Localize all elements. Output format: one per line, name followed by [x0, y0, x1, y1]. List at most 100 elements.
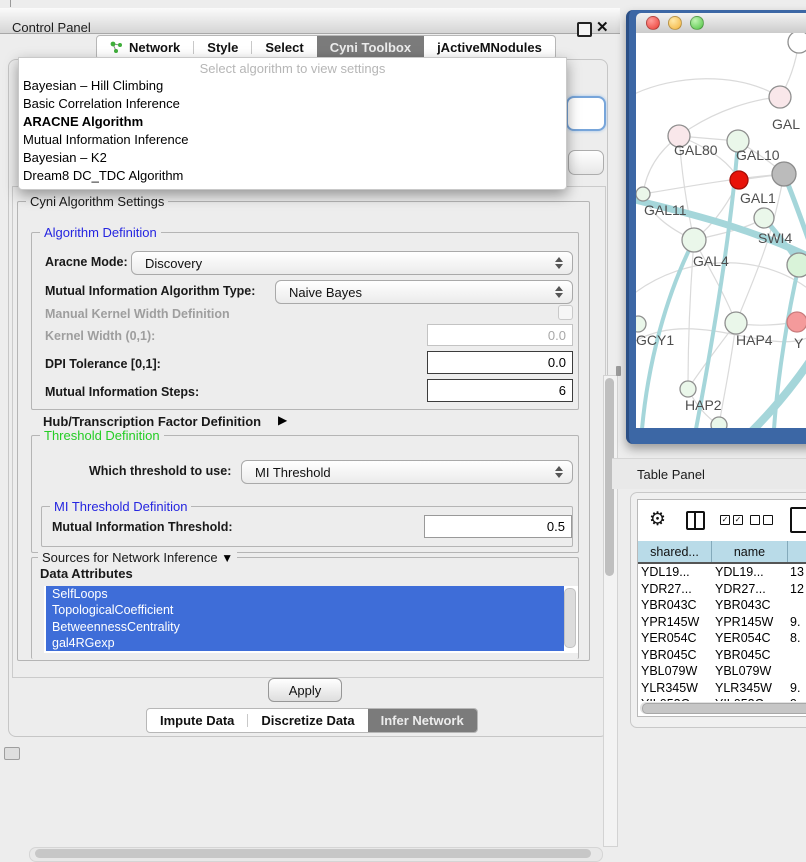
tab-network[interactable]: Network	[97, 36, 193, 59]
mi-threshold-input[interactable]: 0.5	[424, 515, 572, 538]
cell: YIL052C	[638, 697, 712, 701]
list-item-betweennesscentrality[interactable]: BetweennessCentrality	[46, 619, 564, 635]
network-node[interactable]	[636, 316, 646, 332]
node-label: GAL1	[740, 190, 776, 206]
minimized-panel-icon[interactable]	[4, 747, 20, 760]
scrollbar-thumb[interactable]	[642, 703, 806, 714]
network-node[interactable]	[769, 86, 791, 108]
gear-icon[interactable]: ⚙	[649, 508, 666, 531]
algorithm-select-fragment[interactable]	[566, 96, 606, 131]
tab-cyni-toolbox[interactable]: Cyni Toolbox	[317, 36, 424, 59]
network-node[interactable]	[754, 208, 774, 228]
mi-steps-input[interactable]: 6	[427, 379, 573, 402]
network-node-salmon[interactable]	[787, 312, 806, 332]
new-column-icon[interactable]	[790, 507, 806, 533]
list-item-gal4rgexp[interactable]: gal4RGexp	[46, 635, 564, 651]
list-item-topologicalcoefficient[interactable]: TopologicalCoefficient	[46, 602, 564, 618]
network-select-fragment[interactable]	[568, 150, 604, 175]
which-threshold-value: MI Threshold	[242, 465, 550, 480]
close-traffic-light-icon[interactable]	[646, 16, 660, 30]
hub-section-label[interactable]: Hub/Transcription Factor Definition	[43, 414, 261, 429]
list-item-selfloops[interactable]: SelfLoops	[46, 586, 564, 602]
column-header-shared[interactable]: shared...	[638, 541, 712, 562]
cell: 9.	[787, 615, 800, 629]
network-node-gray[interactable]	[772, 162, 796, 186]
menu-item-basic-correlation[interactable]: Basic Correlation Inference	[23, 96, 180, 111]
cell: YER054C	[638, 631, 712, 645]
sources-title[interactable]: Sources for Network Inference ▼	[38, 550, 237, 565]
mi-steps-label: Mutual Information Steps:	[45, 385, 199, 399]
network-node[interactable]	[636, 187, 650, 201]
table-row[interactable]: YLR345WYLR345W9.	[638, 680, 806, 697]
network-node-red[interactable]	[730, 171, 748, 189]
column-header-extra[interactable]	[788, 541, 806, 562]
network-node[interactable]	[680, 381, 696, 397]
select-all-icon[interactable]: ✓✓	[720, 515, 743, 525]
table-row[interactable]: YPR145WYPR145W9.	[638, 614, 806, 631]
table-row[interactable]: YER054CYER054C8.	[638, 630, 806, 647]
cell: YPR145W	[712, 615, 787, 629]
deselect-all-icon[interactable]	[750, 515, 773, 525]
table-panel-content: ⚙ ✓✓ shared... name YDL19...YDL19...13 Y…	[637, 499, 806, 717]
tab-infer-network[interactable]: Infer Network	[368, 709, 477, 732]
node-label: SWI4	[758, 230, 792, 246]
which-threshold-label: Which threshold to use:	[89, 464, 231, 478]
network-edge	[636, 79, 780, 97]
network-icon	[110, 41, 123, 54]
menu-item-mutual-information[interactable]: Mutual Information Inference	[23, 132, 188, 147]
close-icon[interactable]: ✕	[596, 18, 609, 36]
zoom-traffic-light-icon[interactable]	[690, 16, 704, 30]
dpi-tolerance-input[interactable]: 0.0	[427, 351, 573, 374]
tab-select[interactable]: Select	[252, 36, 316, 59]
collapse-right-icon[interactable]: ▶	[278, 413, 287, 427]
table-panel-header: Table Panel	[612, 458, 806, 489]
table-row[interactable]: YBR043CYBR043C	[638, 597, 806, 614]
cell: YBR045C	[712, 648, 787, 662]
tab-impute-data[interactable]: Impute Data	[147, 709, 247, 732]
network-node[interactable]	[787, 253, 806, 277]
table-row[interactable]: YBL079WYBL079W	[638, 663, 806, 680]
cell: YBL079W	[638, 664, 712, 678]
apply-button[interactable]: Apply	[268, 678, 342, 702]
tab-style[interactable]: Style	[194, 36, 251, 59]
cell: YER054C	[712, 631, 787, 645]
mi-type-select[interactable]: Naive Bayes	[275, 280, 573, 304]
split-pane-handle[interactable]	[616, 366, 621, 376]
table-row[interactable]: YIL052CYIL052C9.	[638, 696, 806, 701]
network-node[interactable]	[725, 312, 747, 334]
tab-discretize-data[interactable]: Discretize Data	[248, 709, 367, 732]
menu-item-aracne[interactable]: ARACNE Algorithm	[23, 114, 143, 129]
table-row[interactable]: YDL19...YDL19...13	[638, 564, 806, 581]
menu-item-bayesian-k2[interactable]: Bayesian – K2	[23, 150, 107, 165]
control-panel-titlebar: Control Panel ✕	[0, 8, 620, 34]
scrollbar-thumb[interactable]	[35, 849, 591, 858]
table-row[interactable]: YBR045CYBR045C	[638, 647, 806, 664]
control-panel-title: Control Panel	[12, 20, 91, 35]
manual-kernel-checkbox[interactable]	[558, 305, 573, 320]
network-window-titlebar[interactable]	[636, 13, 806, 34]
network-node[interactable]	[711, 417, 727, 428]
node-label: Y	[794, 335, 804, 351]
aracne-mode-value: Discovery	[132, 256, 550, 271]
menu-item-bayesian-hill[interactable]: Bayesian – Hill Climbing	[23, 78, 163, 93]
float-window-icon[interactable]	[577, 22, 592, 37]
table-row[interactable]: YDR27...YDR27...12	[638, 581, 806, 598]
tab-jactivemnodules[interactable]: jActiveMNodules	[424, 36, 555, 59]
kernel-width-input[interactable]: 0.0	[427, 324, 573, 346]
column-header-name[interactable]: name	[712, 541, 788, 562]
minimize-traffic-light-icon[interactable]	[668, 16, 682, 30]
node-label: GCY1	[636, 332, 674, 348]
aracne-mode-select[interactable]: Discovery	[131, 251, 573, 275]
table-toolbar: ⚙ ✓✓	[638, 500, 806, 540]
settings-vertical-scrollbar[interactable]	[603, 375, 618, 847]
list-vertical-scrollbar[interactable]	[564, 588, 576, 648]
table-horizontal-scrollbar[interactable]	[640, 702, 806, 714]
split-columns-icon[interactable]	[686, 511, 705, 530]
which-threshold-select[interactable]: MI Threshold	[241, 460, 573, 484]
network-canvas[interactable]: GAL GAL80 GAL10 GAL1 GAL11 SWI4 GAL4 GCY…	[636, 33, 806, 428]
network-node[interactable]	[682, 228, 706, 252]
cell: YIL052C	[712, 697, 787, 701]
settings-horizontal-scrollbar[interactable]	[29, 847, 603, 862]
network-node[interactable]	[788, 33, 806, 53]
menu-item-dream8[interactable]: Dream8 DC_TDC Algorithm	[23, 168, 183, 183]
